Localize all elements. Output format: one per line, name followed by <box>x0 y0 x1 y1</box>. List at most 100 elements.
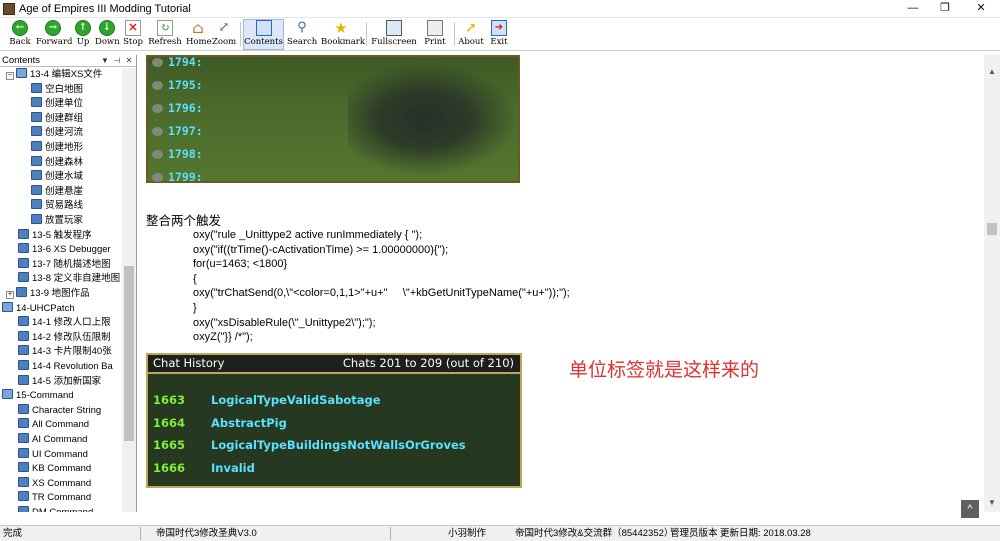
chat-row: 1664 AbstractPig <box>153 416 287 430</box>
contents-icon <box>255 20 272 36</box>
tree-item[interactable]: 14-3 卡片限制40张 <box>18 345 112 360</box>
about-button[interactable]: ➚ About <box>458 20 484 50</box>
stop-button[interactable]: ✕ Stop <box>122 20 144 50</box>
expand-toggle-icon[interactable]: − <box>6 72 14 80</box>
tree-item[interactable]: 14-5 添加新国家 <box>18 374 101 390</box>
tree-item[interactable]: 创建地形 <box>31 141 83 156</box>
content-scrollbar[interactable]: ▲ ▼ <box>984 55 1000 512</box>
tree-item[interactable]: DM Command <box>18 506 93 512</box>
tree-item[interactable]: 14-4 Revolution Ba <box>18 360 113 375</box>
tree-item[interactable]: XS Command <box>18 476 91 492</box>
star-icon: ★ <box>334 19 348 37</box>
about-label: About <box>458 37 484 47</box>
log-line-text: 1798: <box>168 147 203 161</box>
pointer-icon: ➚ <box>465 20 477 36</box>
scroll-up-icon[interactable]: ▲ <box>984 67 1000 76</box>
tree-item[interactable]: Character String <box>18 403 101 419</box>
group-text: 帝国时代3修改&交流群（85442352） <box>515 528 674 539</box>
refresh-button[interactable]: ↻ Refresh <box>148 20 182 50</box>
tree-item[interactable]: 创建森林 <box>31 155 84 171</box>
tree-item[interactable]: TR Command <box>18 491 91 506</box>
tree-item[interactable]: 空白地图 <box>31 82 83 98</box>
tree-item[interactable]: 放置玩家 <box>31 214 83 229</box>
fullscreen-button[interactable]: Fullscreen <box>371 20 417 50</box>
down-button[interactable]: ↓ Down <box>95 20 120 50</box>
tree-item[interactable]: 贸易路线 <box>31 199 83 214</box>
book-icon <box>18 228 29 239</box>
tree-item[interactable]: −14-UHCPatch <box>0 301 75 317</box>
code-line: { <box>193 272 197 285</box>
zoom-icon: ⤢ <box>218 20 230 35</box>
content-scrollbar-thumb[interactable] <box>987 223 997 235</box>
book-icon <box>18 476 29 487</box>
stop-label: Stop <box>123 37 143 47</box>
tree-scrollbar[interactable] <box>122 68 136 512</box>
log-line: 1797: <box>152 124 203 138</box>
book-icon <box>31 155 42 166</box>
tree-item-label: 放置玩家 <box>45 215 84 226</box>
tree-scrollbar-thumb[interactable] <box>124 266 134 441</box>
book-icon <box>18 272 29 283</box>
tree-item-label: 14-2 修改队伍限制 <box>32 331 111 343</box>
book-icon <box>16 68 27 78</box>
pin-icon[interactable]: ⊣ <box>112 56 122 65</box>
tree-item[interactable]: 创建单位 <box>31 97 83 112</box>
tree-item[interactable]: 创建群组 <box>31 111 83 127</box>
close-pane-icon[interactable]: ✕ <box>124 56 134 65</box>
print-button[interactable]: Print <box>422 20 448 50</box>
code-block: oxy("rule _Unittype2 active runImmediate… <box>193 228 570 345</box>
section-heading: 整合两个触发 <box>146 214 222 228</box>
home-icon: ⌂ <box>192 19 204 37</box>
tree-item-label: 创建森林 <box>45 156 84 168</box>
chat-bubble-icon <box>152 173 163 182</box>
tree-item[interactable]: 13-7 随机描述地图 <box>18 257 111 273</box>
up-button[interactable]: ↑ Up <box>73 20 93 50</box>
scroll-down-icon[interactable]: ▼ <box>984 498 1000 507</box>
code-line: oxy("if((trTime()-cActivationTime) >= 1.… <box>193 243 449 256</box>
tree-item[interactable]: All Command <box>18 418 89 433</box>
search-icon: ⚲ <box>297 20 307 35</box>
forward-button[interactable]: → Forward <box>36 20 72 50</box>
tree-item[interactable]: 13-6 XS Debugger <box>18 243 111 258</box>
tree-item[interactable]: AI Command <box>18 433 87 448</box>
tree-item[interactable]: 创建河流 <box>31 126 83 141</box>
tree-item[interactable]: − 13-4 编辑XS文件 <box>6 68 102 83</box>
book-icon <box>18 433 29 443</box>
author-text: 小羽制作 <box>448 528 487 539</box>
chat-bubble-icon <box>152 127 163 136</box>
forward-arrow-icon: → <box>45 20 61 36</box>
home-button[interactable]: ⌂ Home <box>186 19 212 50</box>
close-button[interactable]: ✕ <box>958 0 1000 18</box>
tree-item[interactable]: 创建悬崖 <box>31 184 83 200</box>
printer-icon <box>427 20 443 36</box>
bookmark-button[interactable]: ★ Bookmark <box>321 19 365 50</box>
version-text: 管理员版本 <box>670 528 718 539</box>
tree-item[interactable]: 14-1 修改人口上限 <box>18 316 111 331</box>
tree-item[interactable]: UI Command <box>18 447 88 463</box>
search-button[interactable]: ⚲ Search <box>287 20 317 50</box>
tree-item-label: UI Command <box>32 448 88 460</box>
tree-item-label: 创建地形 <box>45 142 84 153</box>
tree-item[interactable]: +13-9 地图作品 <box>6 287 90 302</box>
back-button[interactable]: ← Back <box>6 20 34 50</box>
exit-button[interactable]: ➜ Exit <box>487 20 511 50</box>
refresh-icon: ↻ <box>157 20 173 36</box>
chat-bubble-icon <box>152 150 163 159</box>
tree-item[interactable]: 创建水域 <box>31 170 83 185</box>
zoom-button[interactable]: ⤢ Zoom <box>212 20 236 50</box>
tree-item[interactable]: −15-Command <box>0 389 74 404</box>
dropdown-icon[interactable]: ▼ <box>100 56 110 65</box>
unit-cluster-image <box>348 61 518 176</box>
chat-row-text: LogicalTypeBuildingsNotWallsOrGroves <box>211 438 466 452</box>
tree-item[interactable]: KB Command <box>18 462 91 477</box>
expand-toggle-icon[interactable]: + <box>6 291 14 299</box>
tree-item[interactable]: 13-5 触发程序 <box>18 228 92 244</box>
book-icon <box>31 199 42 210</box>
book-icon <box>18 330 29 341</box>
book-icon <box>31 111 42 122</box>
content-area: 1794: 1795: 1796: 1797: 1798: 1799: 整合两个触发 ox… <box>141 55 984 512</box>
scroll-to-top-button[interactable]: ^ <box>961 500 979 518</box>
tree-item[interactable]: 13-8 定义非自建地图 <box>18 272 120 287</box>
tree-item[interactable]: 14-2 修改队伍限制 <box>18 330 111 346</box>
contents-button[interactable]: Contents <box>243 19 284 50</box>
